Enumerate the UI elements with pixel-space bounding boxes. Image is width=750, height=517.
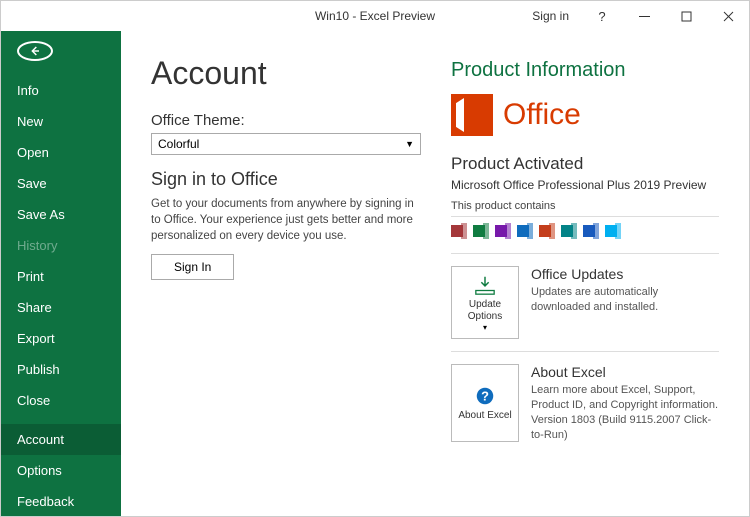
sidebar-item-save[interactable]: Save (1, 168, 121, 199)
titlebar-controls: Sign in ? (520, 1, 749, 31)
theme-label: Office Theme: (151, 112, 421, 129)
question-icon: ? (473, 384, 497, 408)
word-icon (583, 223, 599, 239)
window-title: Win10 - Excel Preview (315, 9, 435, 23)
divider (451, 253, 719, 254)
back-button[interactable] (17, 41, 53, 61)
update-icon (473, 273, 497, 297)
update-options-button[interactable]: Update Options ▾ (451, 266, 519, 339)
chevron-down-icon: ▾ (483, 323, 487, 332)
sidebar-item-new[interactable]: New (1, 106, 121, 137)
signin-button[interactable]: Sign In (151, 254, 234, 280)
office-logo: Office (451, 94, 719, 136)
office-logo-icon (451, 94, 493, 136)
about-title: About Excel (531, 364, 719, 380)
access-icon (451, 223, 467, 239)
sidebar-item-save-as[interactable]: Save As (1, 199, 121, 230)
signin-description: Get to your documents from anywhere by s… (151, 196, 421, 244)
sidebar-item-feedback[interactable]: Feedback (1, 486, 121, 517)
minimize-button[interactable] (623, 1, 665, 31)
skype-icon (605, 223, 621, 239)
about-row: ? About Excel About Excel Learn more abo… (451, 354, 719, 452)
sidebar-item-open[interactable]: Open (1, 137, 121, 168)
updates-desc: Updates are automatically downloaded and… (531, 285, 719, 315)
activation-status: Product Activated (451, 154, 719, 174)
sidebar-item-account[interactable]: Account (1, 424, 121, 455)
about-version: Version 1803 (Build 9115.2007 Click-to-R… (531, 413, 719, 443)
maximize-button[interactable] (665, 1, 707, 31)
theme-value: Colorful (158, 137, 199, 151)
sidebar: InfoNewOpenSaveSave AsHistoryPrintShareE… (1, 31, 121, 516)
content-area: Account Office Theme: Colorful ▼ Sign in… (121, 31, 749, 516)
theme-select[interactable]: Colorful ▼ (151, 133, 421, 155)
sidebar-item-publish[interactable]: Publish (1, 354, 121, 385)
excel-icon (473, 223, 489, 239)
product-app-icons (451, 223, 719, 239)
update-options-label: Update Options (454, 299, 516, 322)
product-info-heading: Product Information (451, 59, 719, 82)
about-desc: Learn more about Excel, Support, Product… (531, 383, 719, 413)
titlebar: Win10 - Excel Preview Sign in ? (1, 1, 749, 31)
sidebar-item-close[interactable]: Close (1, 385, 121, 416)
sidebar-item-print[interactable]: Print (1, 261, 121, 292)
help-button[interactable]: ? (581, 1, 623, 31)
sidebar-item-info[interactable]: Info (1, 75, 121, 106)
publisher-icon (561, 223, 577, 239)
sidebar-item-share[interactable]: Share (1, 292, 121, 323)
updates-title: Office Updates (531, 266, 719, 282)
sidebar-item-export[interactable]: Export (1, 323, 121, 354)
sidebar-item-options[interactable]: Options (1, 455, 121, 486)
sidebar-item-history[interactable]: History (1, 230, 121, 261)
updates-row: Update Options ▾ Office Updates Updates … (451, 256, 719, 349)
about-excel-label: About Excel (458, 410, 511, 422)
chevron-down-icon: ▼ (405, 139, 414, 149)
onenote-icon (495, 223, 511, 239)
close-button[interactable] (707, 1, 749, 31)
svg-text:?: ? (481, 389, 489, 404)
office-wordmark: Office (503, 98, 581, 132)
product-sku: Microsoft Office Professional Plus 2019 … (451, 178, 719, 192)
signin-heading: Sign in to Office (151, 169, 421, 190)
product-contains-label: This product contains (451, 200, 719, 217)
about-excel-button[interactable]: ? About Excel (451, 364, 519, 442)
outlook-icon (517, 223, 533, 239)
powerpoint-icon (539, 223, 555, 239)
page-title: Account (151, 55, 421, 92)
titlebar-signin-link[interactable]: Sign in (520, 9, 581, 23)
divider (451, 351, 719, 352)
